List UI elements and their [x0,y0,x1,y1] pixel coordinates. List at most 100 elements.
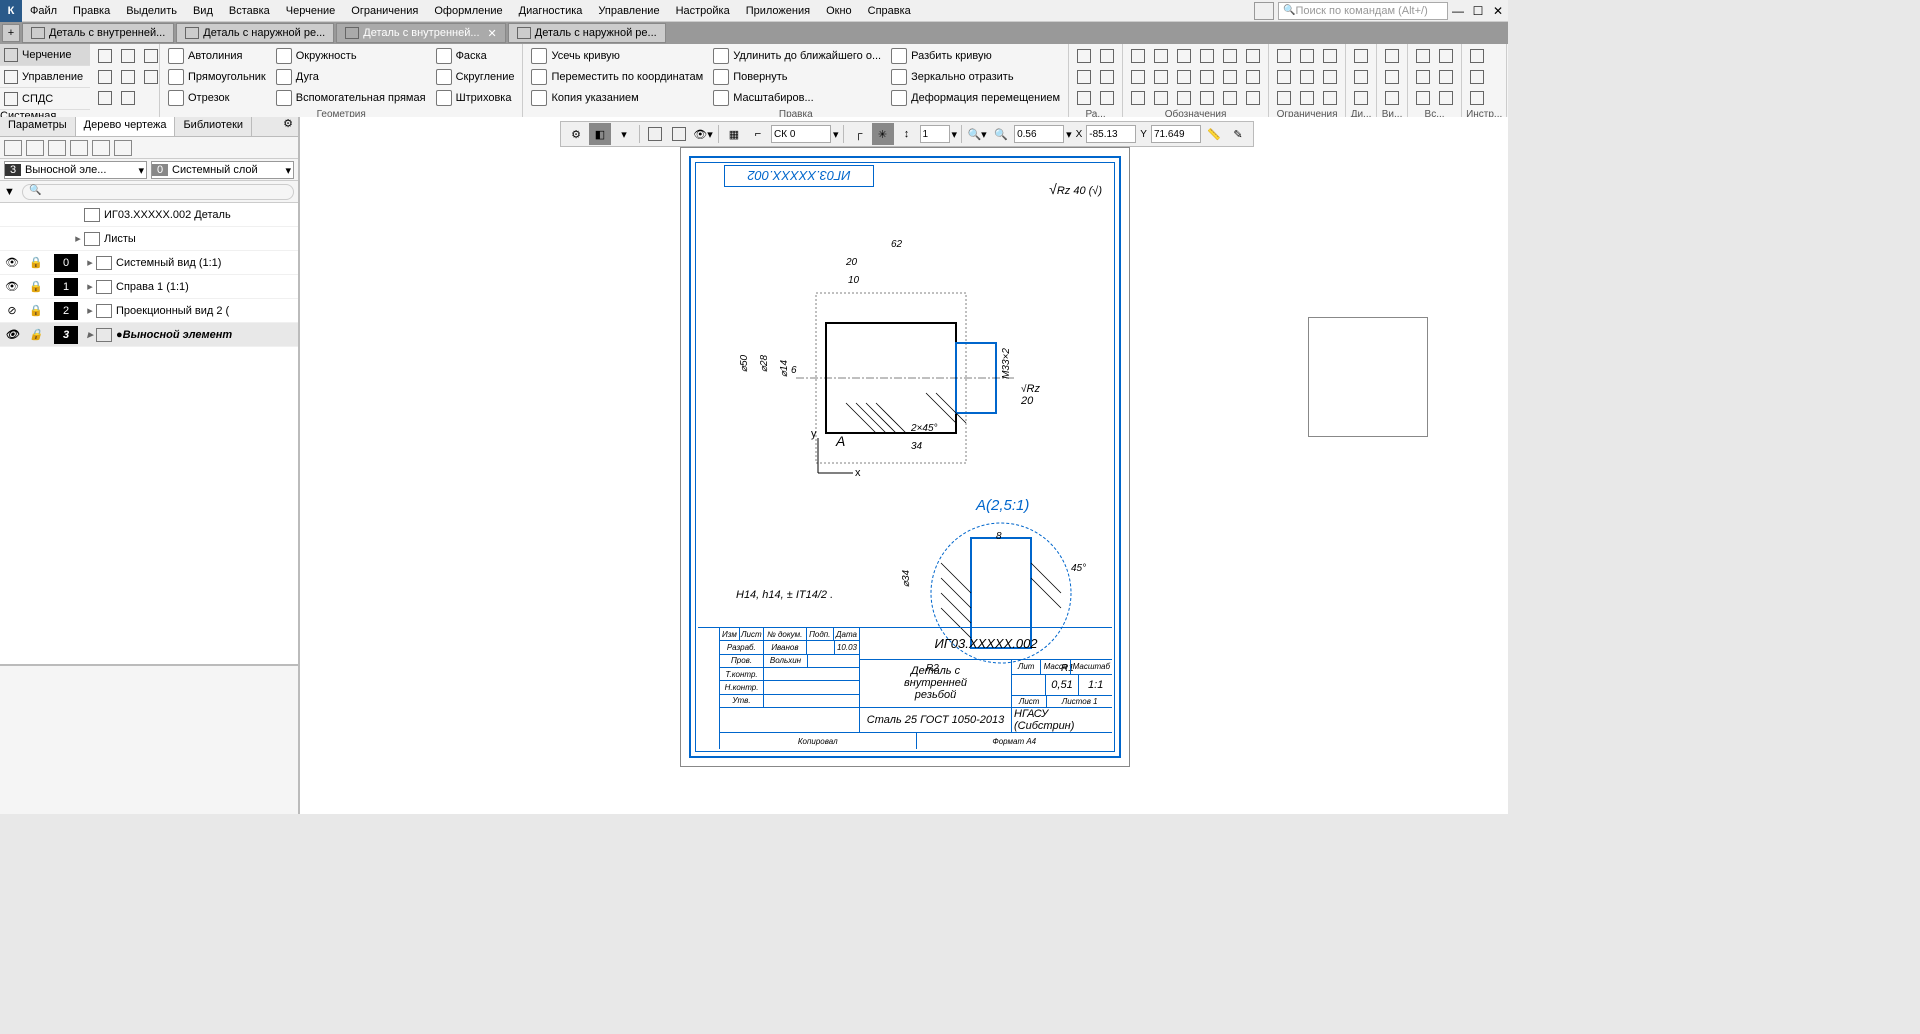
c-horiz-button[interactable] [1273,46,1295,66]
ft-settings-button[interactable]: ⚙ [565,123,587,145]
split-button[interactable]: Разбить кривую [887,46,1064,66]
menu-edit[interactable]: Правка [65,5,118,17]
diag-1-button[interactable] [1350,46,1372,66]
menu-select[interactable]: Выделить [118,5,185,17]
doc-tab-1[interactable]: Деталь с наружной ре... [176,23,334,43]
cs-select[interactable] [771,125,831,143]
circle-button[interactable]: Окружность [272,46,430,66]
auxline-button[interactable]: Вспомогательная прямая [272,88,430,108]
dim-rad-button[interactable] [1096,46,1118,66]
menu-design[interactable]: Оформление [426,5,510,17]
ft-step-button[interactable]: ↕ [896,123,918,145]
pos-button[interactable] [1219,46,1241,66]
ft-zoom-button[interactable]: 🔍 [990,123,1012,145]
ins-5-button[interactable] [1435,67,1457,87]
menu-diagnostics[interactable]: Диагностика [511,5,591,17]
move-button[interactable]: Переместить по координатам [527,67,707,87]
zoom-input[interactable] [1014,125,1064,143]
maximize-button[interactable]: ☐ [1468,4,1488,18]
ft-dd-button[interactable]: ▾ [613,123,635,145]
new-tab-button[interactable]: + [2,24,20,42]
open-file-button[interactable] [117,46,139,66]
minimize-button[interactable]: — [1448,4,1468,18]
visibility-icon[interactable]: 👁 [0,280,24,293]
view-3-button[interactable] [1381,88,1403,108]
panel-tab-tree[interactable]: Дерево чертежа [76,117,176,136]
canvas-area[interactable]: ⚙ ◧ ▾ 👁▾ ▦ ⌐ ▾ ┌ ✳ ↕ ▾ 🔍▾ 🔍 ▾ X Y 📏 ✎ ИГ… [300,117,1508,814]
ft-curve-button[interactable] [644,123,666,145]
x-coord-input[interactable] [1086,125,1136,143]
menu-constraints[interactable]: Ограничения [343,5,426,17]
menu-file[interactable]: Файл [22,5,65,17]
ft-grid-button[interactable]: ▦ [723,123,745,145]
tree-root-label[interactable]: ИГ03.XXXXX.002 Деталь [104,209,231,221]
tol-button[interactable] [1127,67,1149,87]
autoline-button[interactable]: Автолиния [164,46,270,66]
print-button[interactable] [94,67,116,87]
lock-icon[interactable]: 🔒 [24,304,48,317]
panel-tool-3[interactable] [48,140,66,156]
preview-button[interactable] [117,67,139,87]
view-1-button[interactable] [1381,46,1403,66]
ft-snap-button[interactable] [668,123,690,145]
tools-3-button[interactable] [1466,88,1488,108]
panel-tool-4[interactable] [70,140,88,156]
visibility-icon[interactable]: 👁 [0,328,24,341]
aux-annot-button[interactable] [1242,88,1264,108]
panel-tool-2[interactable] [26,140,44,156]
tools-1-button[interactable] [1466,46,1488,66]
panel-tab-params[interactable]: Параметры [0,117,76,136]
c-coinc-button[interactable] [1319,46,1341,66]
ins-3-button[interactable] [1412,88,1434,108]
diag-2-button[interactable] [1350,67,1372,87]
redo-button[interactable] [117,88,139,108]
tree-row-3[interactable]: 👁🔒3▸● Выносной элемент [0,323,298,347]
diag-3-button[interactable] [1350,88,1372,108]
datum-button[interactable] [1127,88,1149,108]
ctx-tab-manage[interactable]: Управление [0,66,90,88]
weld-button[interactable] [1242,67,1264,87]
dim-auto-button[interactable] [1096,88,1118,108]
panel-settings-button[interactable]: ⚙ [278,117,298,136]
tech-button[interactable] [1219,67,1241,87]
dim-dia-button[interactable] [1073,67,1095,87]
dim-angle-button[interactable] [1073,88,1095,108]
menu-window[interactable]: Окно [818,5,860,17]
props-button[interactable] [140,67,162,87]
segment-button[interactable]: Отрезок [164,88,270,108]
ins-4-button[interactable] [1435,46,1457,66]
tree-row-1[interactable]: 👁🔒1▸Справа 1 (1:1) [0,275,298,299]
y-coord-input[interactable] [1151,125,1201,143]
new-file-button[interactable] [94,46,116,66]
save-button[interactable] [140,46,162,66]
deform-button[interactable]: Деформация перемещением [887,88,1064,108]
chamfer-button[interactable]: Фаска [432,46,519,66]
doc-tab-3[interactable]: Деталь с наружной ре... [508,23,666,43]
hatch-button[interactable]: Штриховка [432,88,519,108]
ft-eraser-button[interactable]: ◧ [589,123,611,145]
drawing-sheet[interactable]: ИГ03.XXXXX.002 √Rz 40 (√) [680,147,1130,767]
tree-sheets-label[interactable]: Листы [104,233,136,245]
view-2-button[interactable] [1381,67,1403,87]
menu-settings[interactable]: Настройка [668,5,738,17]
ins-6-button[interactable] [1435,88,1457,108]
tree-search-input[interactable]: 🔍 [22,184,294,200]
copy-button[interactable]: Копия указанием [527,88,707,108]
menu-insert[interactable]: Вставка [221,5,278,17]
panel-tool-6[interactable] [114,140,132,156]
lock-icon[interactable]: 🔒 [24,328,48,341]
rotate-button[interactable]: Повернуть [709,67,885,87]
menu-apps[interactable]: Приложения [738,5,818,17]
section-button[interactable] [1196,46,1218,66]
line-mark-button[interactable] [1173,46,1195,66]
ft-measure-button[interactable]: 📏 [1203,123,1225,145]
arrow-mark-button[interactable] [1196,67,1218,87]
filter-icon[interactable]: ▼ [4,186,18,198]
rough-button[interactable] [1127,46,1149,66]
c-equal-button[interactable] [1319,67,1341,87]
rectangle-button[interactable]: Прямоугольник [164,67,270,87]
visibility-icon[interactable]: 👁 [0,256,24,269]
c-hatch-button[interactable] [1319,88,1341,108]
ins-2-button[interactable] [1412,67,1434,87]
ft-cs-button[interactable]: ⌐ [747,123,769,145]
